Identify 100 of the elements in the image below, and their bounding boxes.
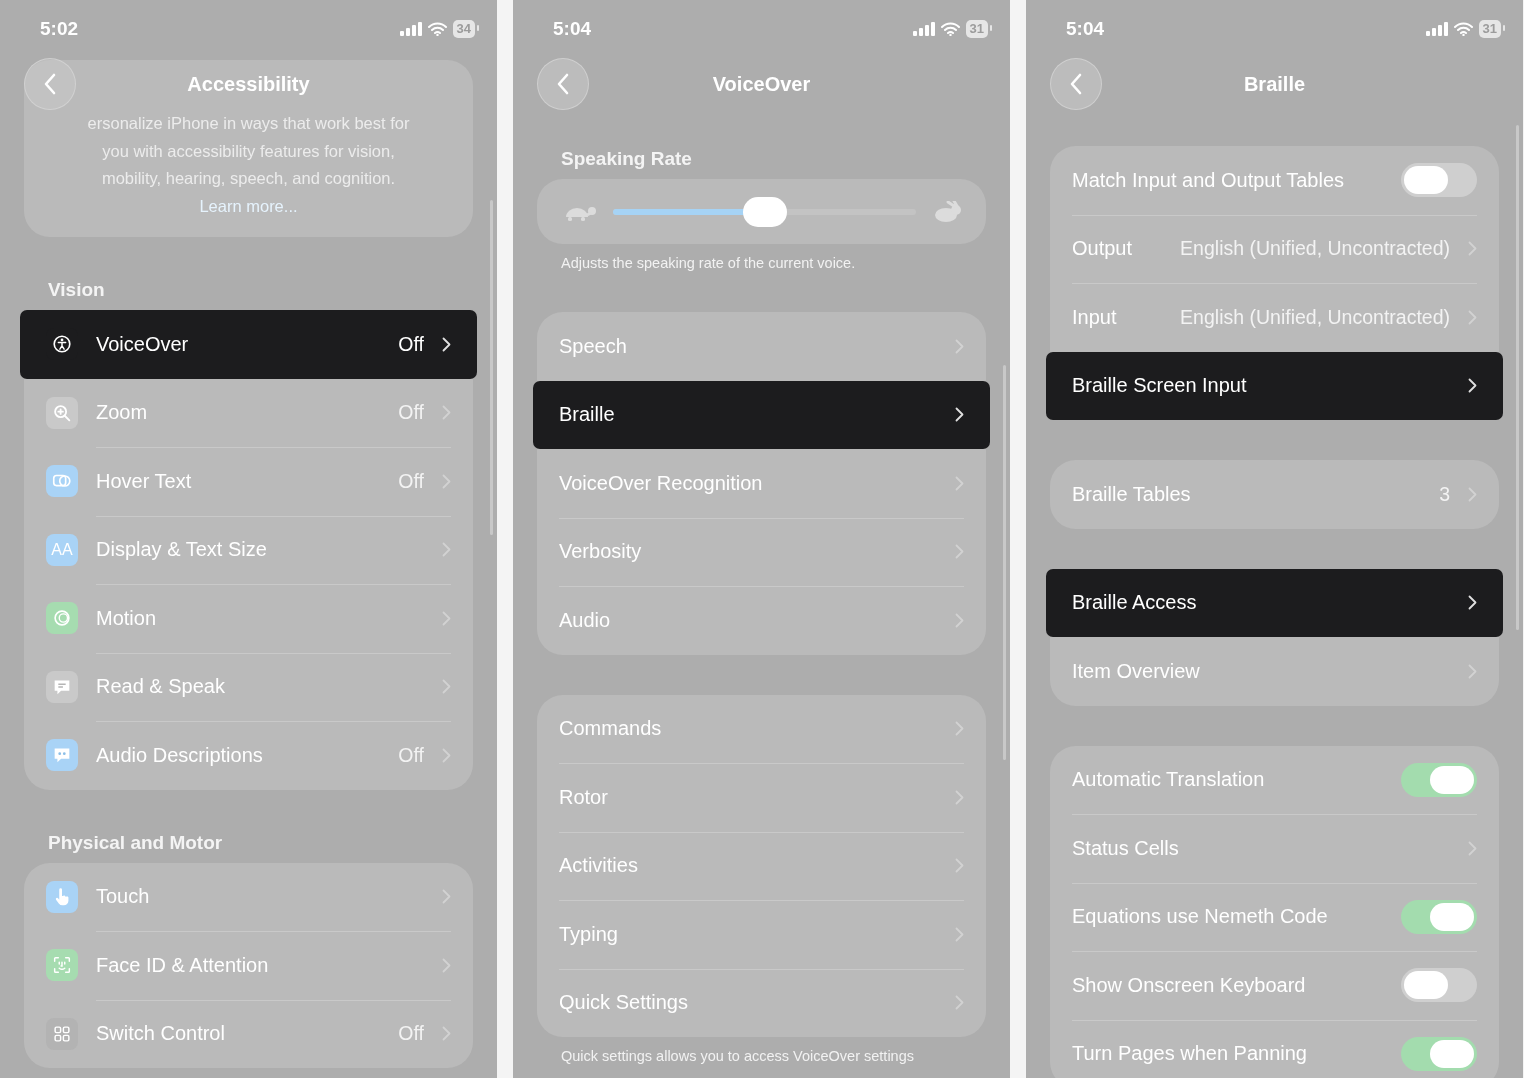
row-label: Motion [96,606,157,630]
row-label: VoiceOver [96,332,189,356]
settings-row[interactable]: Output English (Unified, Uncontracted) [1050,214,1499,283]
row-label: Output [1072,237,1133,261]
chevron-icon [955,789,964,805]
row-label: Face ID & Attention [96,953,269,977]
row-label: Rotor [559,785,608,809]
toggle-switch[interactable] [1401,968,1477,1003]
chevron-icon [955,721,964,737]
settings-row[interactable]: Verbosity [537,517,986,586]
learn-more-link[interactable]: Learn more... [199,192,298,220]
settings-row[interactable]: Motion [24,584,473,653]
wifi-icon [427,22,447,36]
row-label: Braille Tables [1072,482,1191,506]
back-chevron-icon [1069,72,1083,96]
chevron-icon [1468,595,1477,611]
settings-row[interactable]: Touch [24,862,473,931]
settings-row[interactable]: Zoom Off [24,378,473,447]
row-label: Hover Text [96,469,192,493]
row-label: Speech [559,334,627,358]
settings-row[interactable]: Audio [537,586,986,655]
screen-title: Braille [1243,72,1306,96]
section-header: Vision [48,278,105,302]
row-label: Turn Pages when Panning [1072,1042,1307,1066]
row-label: Quick Settings [559,991,688,1015]
chevron-icon [442,473,451,489]
chevron-icon [442,679,451,695]
signal-icon [1425,22,1448,36]
chevron-icon [1468,663,1477,679]
settings-row[interactable]: Quick Settings [537,968,986,1037]
settings-row[interactable]: Braille Screen Input [1046,351,1503,420]
back-button[interactable] [1050,58,1102,110]
settings-row[interactable]: Braille Tables 3 [1050,460,1499,529]
back-chevron-icon [556,72,570,96]
chevron-icon [1468,840,1477,856]
row-label: VoiceOver Recognition [559,471,763,495]
settings-row[interactable]: AA Display & Text Size [24,515,473,584]
row-value: Off [398,743,424,767]
settings-row[interactable]: Hover Text Off [24,447,473,516]
row-value: Off [398,1022,424,1046]
chevron-icon [955,407,964,423]
settings-row[interactable]: Braille [533,380,990,449]
chevron-icon [1468,378,1477,394]
row-label: Braille [559,403,615,427]
toggle-switch[interactable] [1401,1036,1477,1071]
screen-title: Accessibility [187,72,310,96]
chevron-icon [442,610,451,626]
settings-row[interactable]: Audio Descriptions Off [24,721,473,790]
row-label: Verbosity [559,540,642,564]
row-label: Status Cells [1072,836,1179,860]
chevron-icon [1468,309,1477,325]
row-label: Item Overview [1072,659,1200,683]
chevron-icon [442,336,451,352]
toggle-switch[interactable] [1401,762,1477,797]
toggle-switch[interactable] [1401,899,1477,934]
text-size-icon: AA [46,533,78,566]
speaking-rate-slider[interactable] [613,196,916,227]
row-label: Audio Descriptions [96,743,263,767]
settings-row[interactable]: Speech [537,312,986,381]
settings-row[interactable]: Status Cells [1050,814,1499,883]
row-label: Show Onscreen Keyboard [1072,973,1306,997]
settings-row[interactable]: Braille Access [1046,568,1503,637]
settings-row[interactable]: Read & Speak [24,652,473,721]
chevron-icon [955,544,964,560]
chevron-icon [442,889,451,905]
settings-row[interactable]: Match Input and Output Tables [1050,146,1499,215]
settings-row[interactable]: Show Onscreen Keyboard [1050,951,1499,1020]
toggle-switch[interactable] [1401,163,1477,198]
row-value: 3 [1439,482,1450,506]
row-label: Zoom [96,401,148,425]
settings-row[interactable]: Activities [537,831,986,900]
wifi-icon [1453,22,1473,36]
settings-row[interactable]: Rotor [537,763,986,832]
settings-row[interactable]: VoiceOver Off [20,310,477,379]
settings-row[interactable]: Equations use Nemeth Code [1050,882,1499,951]
row-label: Read & Speak [96,675,225,699]
chevron-icon [442,405,451,421]
row-label: Switch Control [96,1022,225,1046]
chevron-icon [955,612,964,628]
chevron-icon [955,858,964,874]
settings-row[interactable]: Item Overview [1050,637,1499,706]
row-label: Audio [559,608,611,632]
settings-row[interactable]: Automatic Translation [1050,745,1499,814]
chevron-icon [442,957,451,973]
settings-row[interactable]: Turn Pages when Panning [1050,1019,1499,1078]
row-label: Display & Text Size [96,538,267,562]
row-value: English (Unified, Uncontracted) [1180,237,1450,261]
settings-row[interactable]: Input English (Unified, Uncontracted) [1050,283,1499,352]
back-button[interactable] [537,58,589,110]
settings-row[interactable]: Typing [537,900,986,969]
row-value: Off [398,332,424,356]
row-label: Touch [96,885,150,909]
settings-row[interactable]: Switch Control Off [24,999,473,1068]
section-footer: Adjusts the speaking rate of the current voice. [561,254,856,272]
settings-row[interactable]: VoiceOver Recognition [537,449,986,518]
status-time: 5:04 [553,18,592,40]
settings-row[interactable]: Commands [537,694,986,763]
settings-row[interactable]: Face ID & Attention [24,931,473,1000]
section-header: Speaking Rate [561,147,692,171]
wifi-icon [940,22,960,36]
